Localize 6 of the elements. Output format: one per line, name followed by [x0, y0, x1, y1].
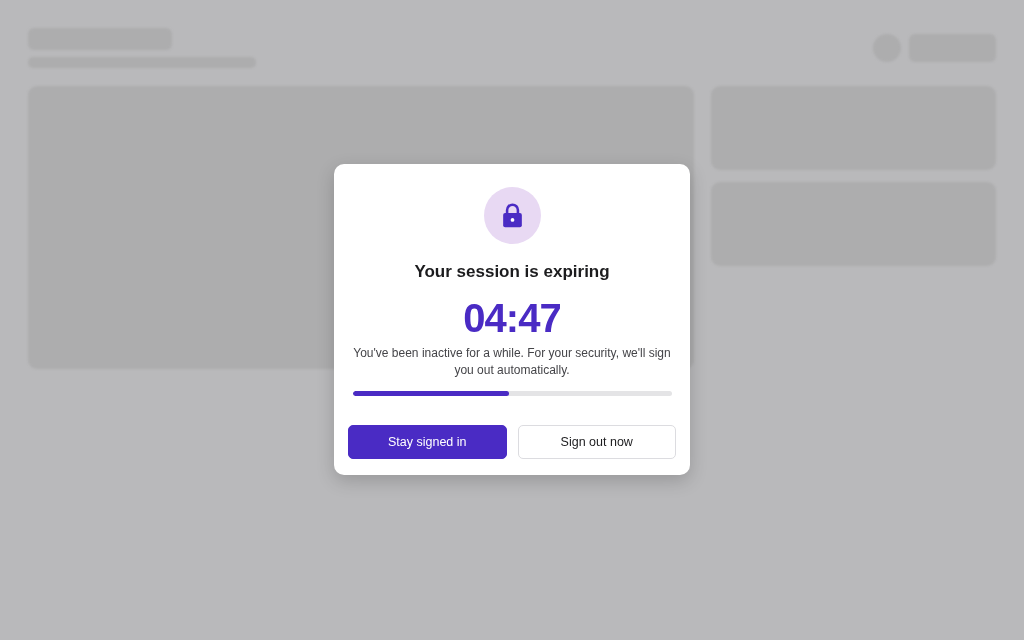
dialog-title: Your session is expiring	[414, 261, 610, 283]
stay-signed-in-button[interactable]: Stay signed in	[348, 425, 507, 459]
countdown-timer: 04:47	[463, 295, 561, 341]
sign-out-button[interactable]: Sign out now	[517, 425, 676, 459]
dialog-message: You've been inactive for a while. For your security, we'll sign you out automatically.	[352, 345, 672, 379]
lock-icon	[483, 187, 541, 244]
